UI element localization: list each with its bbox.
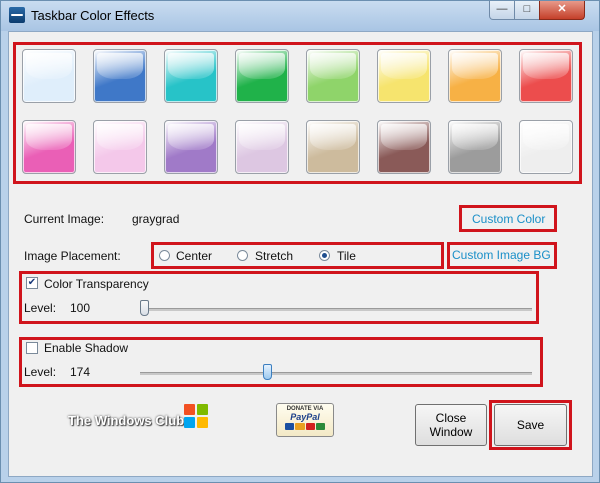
swatch-green[interactable] (235, 49, 289, 103)
save-button[interactable]: Save (494, 404, 567, 446)
swatch-ice[interactable] (22, 49, 76, 103)
close-window-icon[interactable]: ✕ (539, 1, 585, 20)
close-button-line2: Window (429, 425, 473, 439)
paypal-donate-button[interactable]: DONATE VIA PayPal (276, 403, 334, 437)
transparency-level-label: Level: (24, 301, 57, 315)
enable-shadow-label: Enable Shadow (44, 341, 129, 355)
close-button-line1: Close (435, 411, 467, 425)
radio-tile[interactable] (319, 250, 330, 261)
close-window-button[interactable]: Close Window (415, 404, 487, 446)
radio-stretch[interactable] (237, 250, 248, 261)
swatch-gray[interactable] (448, 120, 502, 174)
current-image-value: graygrad (132, 212, 180, 226)
swatch-purple[interactable] (164, 120, 218, 174)
color-transparency-label: Color Transparency (44, 277, 149, 291)
transparency-level-value: 100 (70, 301, 91, 315)
image-placement-label: Image Placement: (24, 249, 121, 263)
swatch-magenta[interactable] (22, 120, 76, 174)
payment-cards-icon (285, 423, 325, 430)
windows-flag-icon (184, 404, 210, 430)
shadow-slider-track[interactable] (140, 372, 532, 375)
radio-tile-label: Tile (337, 249, 356, 263)
swatch-lavender[interactable] (235, 120, 289, 174)
color-transparency-checkbox[interactable]: ✔ (26, 277, 38, 289)
radio-center-label: Center (176, 249, 213, 263)
swatch-yellow[interactable] (377, 49, 431, 103)
swatch-red[interactable] (519, 49, 573, 103)
shadow-slider-thumb[interactable] (262, 364, 272, 380)
minimize-button[interactable]: — (489, 1, 515, 20)
swatch-cyan[interactable] (164, 49, 218, 103)
custom-image-bg-link[interactable]: Custom Image BG (452, 248, 551, 262)
radio-center[interactable] (159, 250, 170, 261)
current-image-label: Current Image: (24, 212, 105, 226)
window-title: Taskbar Color Effects (31, 8, 155, 23)
windows-club-logo: The Windows Club (68, 413, 185, 428)
swatch-white[interactable] (519, 120, 573, 174)
swatch-beige[interactable] (306, 120, 360, 174)
paypal-brand-text: PayPal (290, 412, 320, 422)
maximize-button[interactable]: □ (514, 1, 540, 20)
swatch-pink[interactable] (93, 120, 147, 174)
radio-stretch-label: Stretch (255, 249, 294, 263)
shadow-level-value: 174 (70, 365, 91, 379)
title-bar[interactable]: Taskbar Color Effects — □ ✕ (1, 1, 599, 31)
swatch-lime[interactable] (306, 49, 360, 103)
transparency-slider-thumb[interactable] (140, 300, 149, 316)
app-icon (9, 7, 25, 23)
swatch-brown[interactable] (377, 120, 431, 174)
transparency-slider-track[interactable] (140, 308, 532, 311)
custom-color-link[interactable]: Custom Color (472, 212, 545, 226)
swatch-orange[interactable] (448, 49, 502, 103)
shadow-level-label: Level: (24, 365, 57, 379)
swatch-blue[interactable] (93, 49, 147, 103)
enable-shadow-checkbox[interactable] (26, 342, 38, 354)
